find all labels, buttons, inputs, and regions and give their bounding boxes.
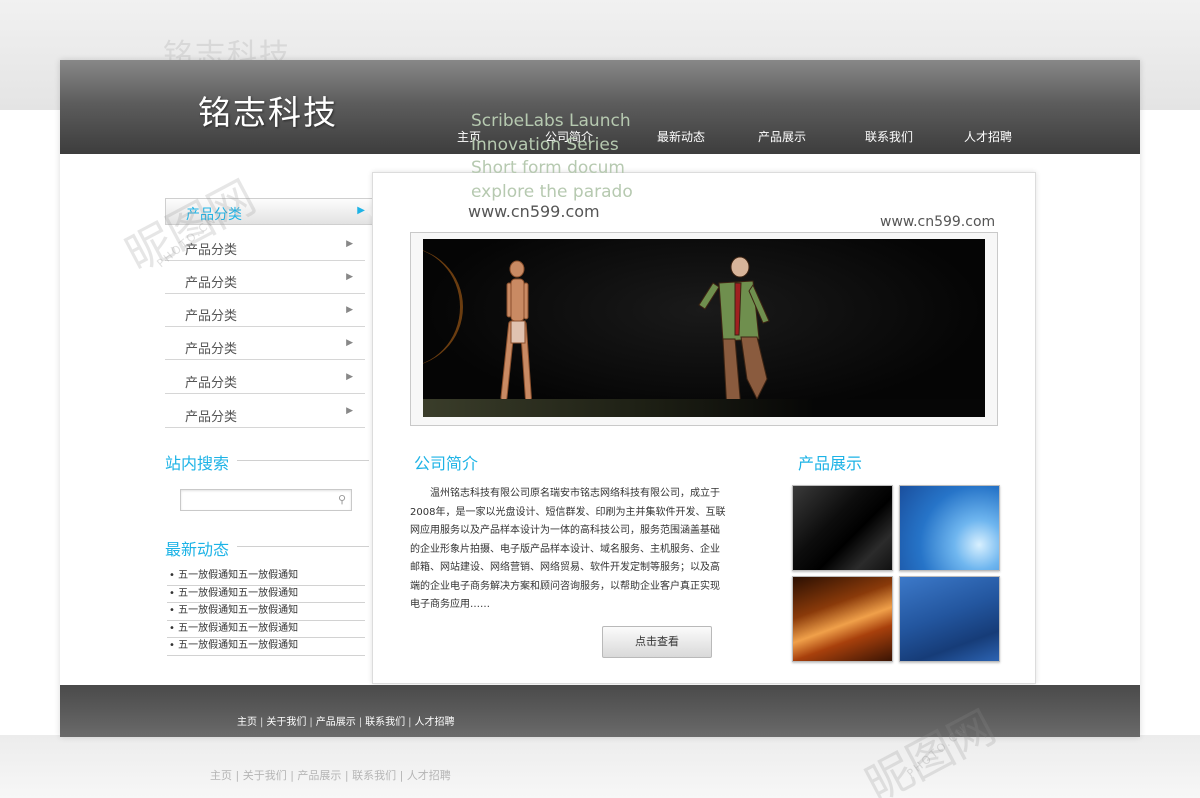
category-item[interactable]: 产品分类 ▶: [165, 364, 365, 394]
category-label: 产品分类: [185, 276, 238, 291]
category-item[interactable]: 产品分类 ▶: [165, 297, 365, 327]
search-input[interactable]: [185, 493, 335, 511]
footer-separator: |: [309, 717, 313, 728]
category-item[interactable]: 产品分类 ▶: [165, 231, 365, 261]
triangle-right-icon: ▶: [346, 272, 353, 282]
footer-link-jobs[interactable]: 人才招聘: [415, 717, 455, 728]
footer-link-contact[interactable]: 联系我们: [365, 717, 405, 728]
banner-figures-graphic: [500, 256, 770, 412]
triangle-right-icon: ▶: [357, 205, 365, 216]
news-item[interactable]: • 五一放假通知五一放假通知: [167, 638, 365, 656]
category-item[interactable]: 产品分类 ▶: [165, 330, 365, 360]
triangle-right-icon: ▶: [346, 406, 353, 416]
intro-text: 温州铭志科技有限公司原名瑞安市铭志网络科技有限公司，成立于2008年，是一家以光…: [410, 488, 726, 610]
news-item[interactable]: • 五一放假通知五一放假通知: [167, 568, 365, 586]
triangle-right-icon: ▶: [346, 239, 353, 249]
site-url: www.cn599.com: [468, 202, 600, 221]
product-thumbnail[interactable]: [792, 576, 893, 662]
footer-links: 主页 | 关于我们 | 产品展示 | 联系我们 | 人才招聘: [237, 713, 455, 728]
footer-separator: |: [260, 717, 264, 728]
news-title: 最新动态: [165, 536, 369, 560]
nav-contact[interactable]: 联系我们: [865, 128, 913, 145]
search-title: 站内搜索: [165, 450, 369, 474]
news-item[interactable]: • 五一放假通知五一放假通知: [167, 603, 365, 621]
footer-links-reflection: 主页 | 关于我们 | 产品展示 | 联系我们 | 人才招聘: [210, 769, 451, 782]
triangle-right-icon: ▶: [346, 338, 353, 348]
news-item[interactable]: • 五一放假通知五一放假通知: [167, 586, 365, 604]
footer-link-products[interactable]: 产品展示: [316, 717, 356, 728]
nav-products[interactable]: 产品展示: [758, 128, 806, 145]
triangle-right-icon: ▶: [346, 305, 353, 315]
view-more-button[interactable]: 点击查看: [602, 626, 712, 658]
news-item[interactable]: • 五一放假通知五一放假通知: [167, 621, 365, 639]
category-label: 产品分类: [185, 309, 238, 324]
banner-image[interactable]: [423, 239, 985, 417]
footer-link-about[interactable]: 关于我们: [266, 717, 306, 728]
nav-jobs[interactable]: 人才招聘: [964, 128, 1012, 145]
footer: 主页 | 关于我们 | 产品展示 | 联系我们 | 人才招聘: [60, 685, 1140, 737]
footer-separator: |: [358, 717, 363, 728]
category-item[interactable]: 产品分类 ▶: [165, 398, 365, 428]
product-thumbnail[interactable]: [899, 576, 1000, 662]
banner-caption: ScribeLabs Launch Innovation Series Shor…: [471, 111, 633, 202]
page-frame: 铭志科技 主页 公司简介 最新动态 产品展示 联系我们 人才招聘 产品分类 ▶ …: [60, 60, 1140, 737]
site-url-secondary: www.cn599.com: [880, 214, 996, 230]
products-title: 产品展示: [798, 454, 863, 473]
news-list: • 五一放假通知五一放假通知 • 五一放假通知五一放假通知 • 五一放假通知五一…: [167, 568, 365, 656]
intro-title: 公司简介: [414, 454, 479, 473]
product-thumbnail[interactable]: [792, 485, 893, 571]
footer-link-home[interactable]: 主页: [237, 717, 257, 728]
banner-floor: [423, 399, 985, 417]
search-icon[interactable]: ⚲: [338, 493, 346, 506]
category-label: 产品分类: [186, 207, 242, 223]
search-box: ⚲: [180, 489, 352, 511]
product-thumbnail[interactable]: [899, 485, 1000, 571]
category-item-active[interactable]: 产品分类 ▶: [165, 198, 380, 225]
footer-separator: |: [408, 717, 412, 728]
category-label: 产品分类: [185, 376, 238, 391]
category-label: 产品分类: [185, 342, 238, 357]
category-label: 产品分类: [185, 410, 238, 425]
category-label: 产品分类: [185, 243, 238, 258]
nav-news[interactable]: 最新动态: [657, 128, 705, 145]
category-item[interactable]: 产品分类 ▶: [165, 264, 365, 294]
site-logo[interactable]: 铭志科技: [198, 86, 338, 134]
triangle-right-icon: ▶: [346, 372, 353, 382]
backdrop-bottom: 主页 | 关于我们 | 产品展示 | 联系我们 | 人才招聘: [0, 735, 1200, 798]
